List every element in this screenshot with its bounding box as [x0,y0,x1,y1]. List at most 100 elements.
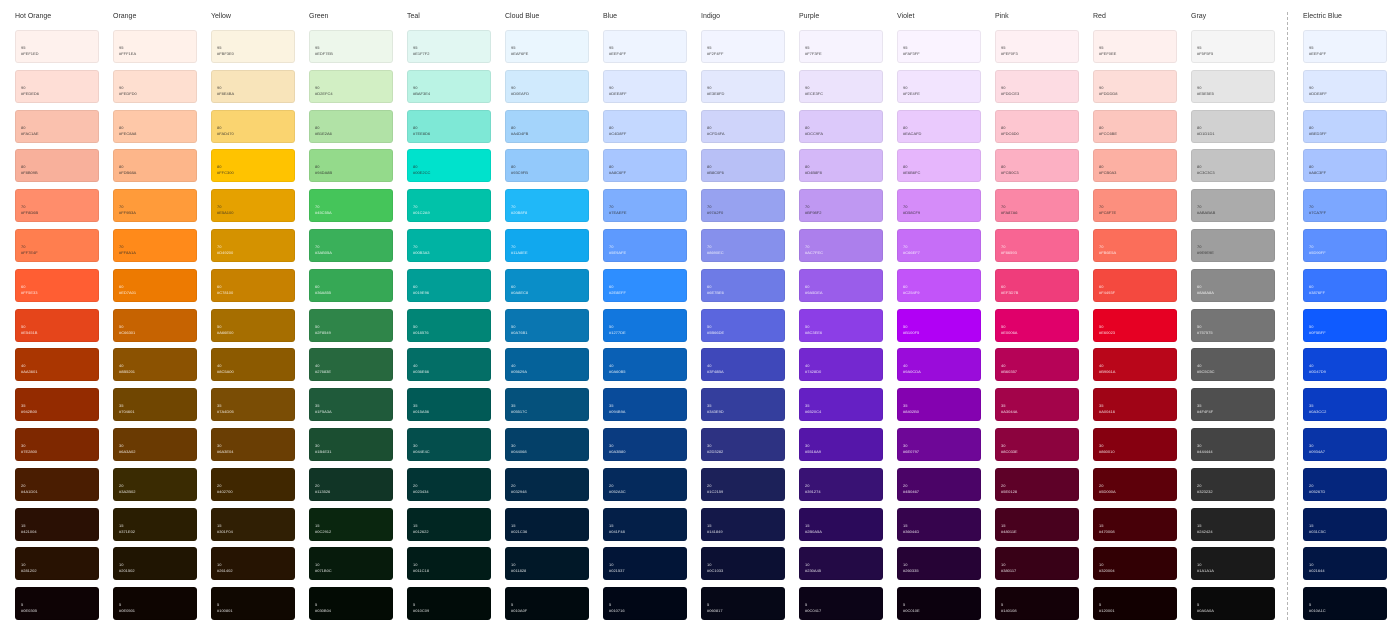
color-swatch[interactable]: 60 #ED7A01 [113,268,197,302]
color-swatch[interactable]: 15 #021C36 [505,507,589,541]
color-swatch[interactable]: 15 #371E02 [113,507,197,541]
color-swatch[interactable]: 50 #1277DE [603,308,687,342]
color-swatch[interactable]: 80 #94DA8B [309,149,393,183]
color-swatch[interactable]: 30 #044068 [505,428,589,461]
color-swatch[interactable]: 70 #FA87A6 [995,189,1079,223]
color-swatch[interactable]: 30 #860010 [1093,428,1177,461]
color-swatch[interactable]: 60 #36A855 [309,268,393,302]
color-swatch[interactable]: 50 #5B66DE [701,308,785,342]
color-swatch[interactable]: 95 #F7F3FE [799,30,883,63]
color-swatch[interactable]: 20 #391274 [799,467,883,501]
color-swatch[interactable]: 90 #FEDED6 [15,69,99,103]
color-swatch[interactable]: 70 #11A8EE [505,229,589,262]
color-swatch[interactable]: 90 #FEDFD0 [113,69,197,103]
color-swatch[interactable]: 30 #044E4C [407,428,491,461]
color-swatch[interactable]: 35 #343E9D [701,388,785,422]
color-swatch[interactable]: 40 #B9061A [1093,348,1177,382]
color-swatch[interactable]: 35 #05517C [505,388,589,422]
color-swatch[interactable]: 95 #EEF4FF [603,30,687,63]
color-swatch[interactable]: 80 #D4B8F8 [799,149,883,183]
color-swatch[interactable]: 20 #4B0467 [897,467,981,501]
color-swatch[interactable]: 70 #BF98F2 [799,189,883,223]
color-swatch[interactable]: 90 #BAF3E4 [407,69,491,103]
color-swatch[interactable]: 95 #FBF3E0 [211,30,295,63]
color-swatch[interactable]: 95 #FAF3FF [897,30,981,63]
color-swatch[interactable]: 15 #141849 [701,507,785,541]
color-swatch[interactable]: 20 #032948 [505,467,589,501]
color-swatch[interactable]: 35 #7A4D05 [211,388,295,422]
color-swatch[interactable]: 60 #6E7BE6 [701,268,785,302]
color-swatch[interactable]: 5 #010A0F [505,587,589,621]
color-swatch[interactable]: 40 #5C5C5C [1191,348,1275,382]
color-swatch[interactable]: 35 #A3044A [995,388,1079,422]
color-swatch[interactable]: 95 #EDF7EB [309,30,393,63]
color-swatch[interactable]: 95 #EEF4FF [1303,30,1387,63]
color-swatch[interactable]: 50 #018576 [407,308,491,342]
color-swatch[interactable]: 80 #E6B6FC [897,149,981,183]
color-swatch[interactable]: 15 #36044D [897,507,981,541]
color-swatch[interactable]: 70 #D49200 [211,229,295,262]
color-swatch[interactable]: 40 #0D47D9 [1303,348,1387,382]
color-swatch[interactable]: 5 #010A1C [1303,587,1387,621]
color-swatch[interactable]: 80 #A4D4FB [505,109,589,143]
color-swatch[interactable]: 60 #F4493F [1093,268,1177,302]
color-swatch[interactable]: 60 #2E8EFF [603,268,687,302]
color-swatch[interactable]: 5 #060817 [701,587,785,621]
color-swatch[interactable]: 20 #023434 [407,467,491,501]
color-swatch[interactable]: 50 #B100F5 [897,308,981,342]
color-swatch[interactable]: 90 #D0EAFD [505,69,589,103]
color-swatch[interactable]: 5 #010C09 [407,587,491,621]
color-swatch[interactable]: 5 #0E0501 [113,587,197,621]
color-swatch[interactable]: 80 #C4D8FF [603,109,687,143]
color-swatch[interactable]: 10 #201502 [113,547,197,581]
color-swatch[interactable]: 80 #FAC1AE [15,109,99,143]
color-swatch[interactable]: 90 #F8E4BA [211,69,295,103]
color-swatch[interactable]: 35 #942B00 [15,388,99,422]
color-swatch[interactable]: 15 #041F48 [603,507,687,541]
color-swatch[interactable]: 80 #FCC6BE [1093,109,1177,143]
color-swatch[interactable]: 50 #A66E00 [211,308,295,342]
color-swatch[interactable]: 40 #7428D0 [799,348,883,382]
color-swatch[interactable]: 20 #3A2B02 [113,467,197,501]
color-swatch[interactable]: 40 #05629A [505,348,589,382]
color-swatch[interactable]: 70 #FC8F7E [1093,189,1177,223]
color-swatch[interactable]: 90 #DDE8FF [1303,69,1387,103]
color-swatch[interactable]: 70 #ABABAB [1191,189,1275,223]
color-swatch[interactable]: 30 #444444 [1191,428,1275,461]
color-swatch[interactable]: 20 #5D000A [1093,467,1177,501]
color-swatch[interactable]: 30 #7E2800 [15,428,99,461]
color-swatch[interactable]: 80 #FFC300 [211,149,295,183]
color-swatch[interactable]: 90 #ECE3FC [799,69,883,103]
color-swatch[interactable]: 80 #A8C6FF [603,149,687,183]
color-swatch[interactable]: 80 #FAD470 [211,109,295,143]
color-swatch[interactable]: 35 #8402B0 [897,388,981,422]
color-swatch[interactable]: 80 #CFD4FA [701,109,785,143]
color-swatch[interactable]: 80 #00E2CC [407,149,491,183]
color-swatch[interactable]: 5 #120001 [1093,587,1177,621]
color-swatch[interactable]: 80 #FEC8A8 [113,109,197,143]
color-swatch[interactable]: 70 #97A2F0 [701,189,785,223]
color-swatch[interactable]: 30 #6E0797 [897,428,981,461]
color-swatch[interactable]: 70 #00B3A3 [407,229,491,262]
color-swatch[interactable]: 95 #FEF0F3 [995,30,1079,63]
color-swatch[interactable]: 10 #071B0C [309,547,393,581]
color-swatch[interactable]: 50 #E5451B [15,308,99,342]
color-swatch[interactable]: 70 #FF8D6B [15,189,99,223]
color-swatch[interactable]: 15 #48011E [995,507,1079,541]
color-swatch[interactable]: 50 #E0006A [995,308,1079,342]
color-swatch[interactable]: 35 #094B9A [603,388,687,422]
color-swatch[interactable]: 60 #FF5E33 [15,268,99,302]
color-swatch[interactable]: 95 #F2F4FF [701,30,785,63]
color-swatch[interactable]: 30 #0934A7 [1303,428,1387,461]
color-swatch[interactable]: 20 #05267D [1303,467,1387,501]
color-swatch[interactable]: 20 #052A5C [603,467,687,501]
color-swatch[interactable]: 10 #230A45 [799,547,883,581]
color-swatch[interactable]: 70 #9E9E9E [1191,229,1275,262]
color-swatch[interactable]: 90 #F2E4FE [897,69,981,103]
color-swatch[interactable]: 40 #3F48BA [701,348,785,382]
color-swatch[interactable]: 60 #0A8EC8 [505,268,589,302]
color-swatch[interactable]: 70 #E5A100 [211,189,295,223]
color-swatch[interactable]: 70 #D58CF9 [897,189,981,223]
color-swatch[interactable]: 70 #8690EC [701,229,785,262]
color-swatch[interactable]: 95 #FEF0EE [1093,30,1177,63]
